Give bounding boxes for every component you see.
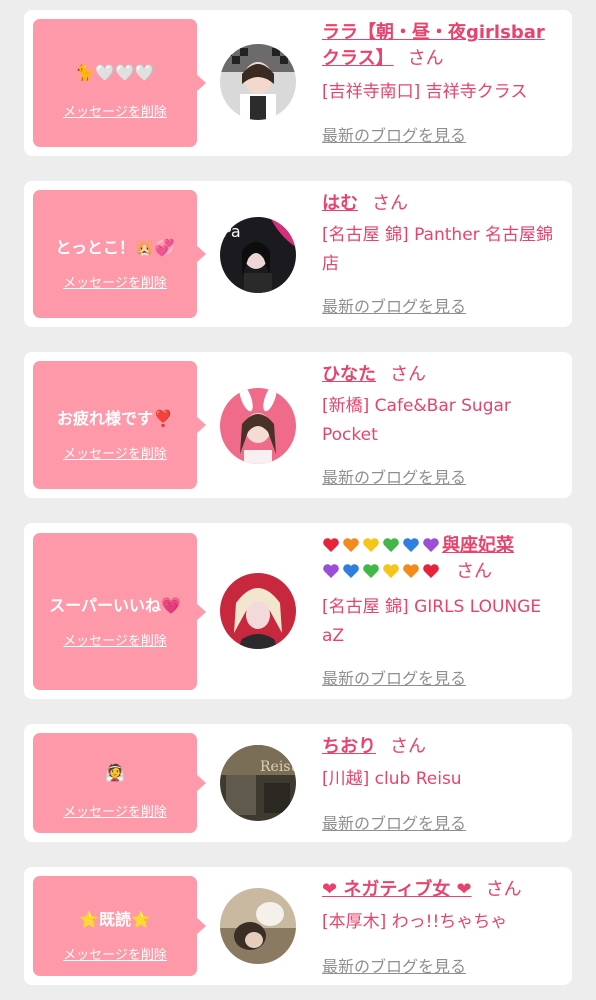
avatar[interactable]: Pa	[220, 217, 296, 293]
user-name: はむ さん	[322, 191, 562, 217]
heart-icon	[343, 538, 359, 552]
honorific: さん	[372, 193, 408, 214]
user-name: ララ【朝・昼・夜girlsbar クラス】 さん	[322, 20, 562, 72]
view-blog-link[interactable]: 最新のブログを見る	[322, 293, 466, 317]
honorific: さん	[485, 879, 522, 900]
message-text: ⭐既読⭐	[79, 910, 151, 929]
user-name: ちおり さん	[322, 734, 562, 760]
view-blog-link[interactable]: 最新のブログを見る	[322, 953, 466, 977]
message-text: 🐈🤍🤍🤍	[75, 63, 155, 82]
shop-label: [本厚木] わっ!!ちゃちゃ	[322, 912, 508, 932]
user-name-link-cont[interactable]	[322, 561, 442, 582]
user-name: ❤ ネガティブ女 ❤ さん	[322, 877, 562, 903]
user-name-link[interactable]: ❤ ネガティブ女 ❤	[322, 879, 472, 900]
profile-photo-dark-icon: Pa	[220, 217, 296, 293]
svg-text:Pa: Pa	[222, 222, 241, 241]
user-name-link[interactable]: ちおり	[322, 736, 376, 757]
user-name-link[interactable]: ひなた	[322, 364, 376, 385]
user-name-link[interactable]: はむ	[322, 193, 358, 214]
shop-label: [名古屋 錦] Panther 名古屋錦店	[322, 225, 554, 274]
delete-message-link[interactable]: メッセージを削除	[33, 272, 197, 291]
message-bubble: 👰 メッセージを削除	[33, 733, 206, 833]
profile-photo-red-icon	[220, 573, 296, 649]
message-card: スーパーいいね💗 メッセージを削除 與座妃菜 さん [名古屋 錦] GIRLS …	[24, 523, 572, 699]
view-blog-link[interactable]: 最新のブログを見る	[322, 665, 466, 689]
heart-row-icon	[322, 561, 442, 582]
delete-message-link[interactable]: メッセージを削除	[33, 443, 197, 462]
heart-icon	[423, 564, 439, 578]
profile-photo-night-icon: Reisu	[220, 745, 296, 821]
honorific: さん	[407, 48, 444, 69]
shop-label: [川越] club Reisu	[322, 769, 462, 789]
message-card: お疲れ様です❣️ メッセージを削除 ひなた さん [新橋] Cafe&Bar Su…	[24, 352, 572, 498]
heart-row-icon	[322, 535, 442, 556]
message-bubble: とっとこ！🐹💞 メッセージを削除	[33, 190, 206, 318]
heart-icon	[363, 564, 379, 578]
heart-icon	[403, 538, 419, 552]
message-bubble: 🐈🤍🤍🤍 メッセージを削除	[33, 19, 206, 147]
user-name: 與座妃菜 さん	[322, 533, 562, 585]
user-name-text: 與座妃菜	[442, 535, 514, 556]
avatar[interactable]: Reisu	[220, 745, 296, 821]
svg-text:Reisu: Reisu	[260, 759, 296, 775]
shop-label: [名古屋 錦] GIRLS LOUNGE aZ	[322, 597, 542, 646]
shop-label: [吉祥寺南口] 吉祥寺クラス	[322, 82, 528, 102]
user-name-link[interactable]: ララ【朝・昼・夜girlsbar	[322, 22, 545, 43]
view-blog-link[interactable]: 最新のブログを見る	[322, 810, 466, 834]
view-blog-link[interactable]: 最新のブログを見る	[322, 464, 466, 488]
delete-message-link[interactable]: メッセージを削除	[33, 801, 197, 820]
heart-icon	[383, 564, 399, 578]
message-text: スーパーいいね💗	[49, 596, 181, 615]
delete-message-link[interactable]: メッセージを削除	[33, 944, 197, 963]
message-card: とっとこ！🐹💞 メッセージを削除 Pa はむ さん [名古屋 錦] Panther…	[24, 181, 572, 327]
message-bubble: ⭐既読⭐ メッセージを削除	[33, 876, 206, 976]
profile-photo-maid-icon	[220, 44, 296, 120]
message-card: 👰 メッセージを削除 Reisu ちおり さん [川越] club Reisu 最…	[24, 724, 572, 842]
user-name-link[interactable]: 與座妃菜	[322, 535, 514, 556]
honorific: さん	[456, 561, 492, 582]
message-card: ⭐既読⭐ メッセージを削除 ❤ ネガティブ女 ❤ さん [本厚木] わっ!!ちゃち…	[24, 867, 572, 985]
view-blog-link[interactable]: 最新のブログを見る	[322, 122, 466, 146]
avatar[interactable]	[220, 573, 296, 649]
honorific: さん	[390, 736, 426, 757]
user-name-link-cont[interactable]: クラス】	[322, 48, 394, 69]
avatar[interactable]	[220, 888, 296, 964]
message-text: お疲れ様です❣️	[57, 409, 173, 428]
honorific: さん	[390, 364, 426, 385]
heart-icon	[323, 564, 339, 578]
message-text: 👰	[105, 763, 125, 782]
shop-label: [新橋] Cafe&Bar Sugar Pocket	[322, 396, 511, 445]
message-bubble: お疲れ様です❣️ メッセージを削除	[33, 361, 206, 489]
avatar[interactable]	[220, 388, 296, 464]
heart-icon	[423, 538, 439, 552]
delete-message-link[interactable]: メッセージを削除	[33, 101, 197, 120]
message-bubble: スーパーいいね💗 メッセージを削除	[33, 533, 206, 690]
message-card: 🐈🤍🤍🤍 メッセージを削除 ララ【朝・昼・夜girlsbar クラス】 さん [吉…	[24, 10, 572, 156]
heart-icon	[403, 564, 419, 578]
heart-icon	[323, 538, 339, 552]
message-text: とっとこ！🐹💞	[55, 238, 175, 257]
heart-icon	[383, 538, 399, 552]
profile-photo-bunny-icon	[220, 388, 296, 464]
heart-icon	[343, 564, 359, 578]
delete-message-link[interactable]: メッセージを削除	[33, 630, 197, 649]
profile-photo-beige-icon	[220, 888, 296, 964]
heart-icon	[363, 538, 379, 552]
user-name: ひなた さん	[322, 362, 562, 388]
avatar[interactable]	[220, 44, 296, 120]
